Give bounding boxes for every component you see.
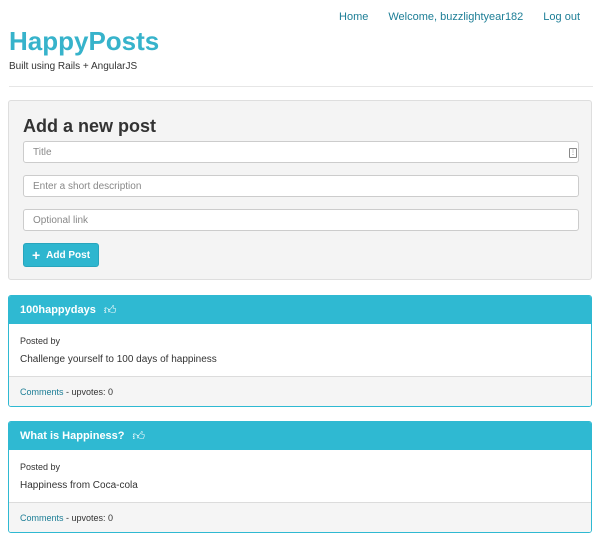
- post-title-link[interactable]: 100happydays: [20, 304, 96, 316]
- posted-by: Posted by: [20, 462, 61, 472]
- upvotes-count: - upvotes: 0: [63, 512, 114, 523]
- add-post-label: Add Post: [46, 249, 91, 261]
- post-title-link[interactable]: What is Happiness?: [20, 430, 125, 442]
- post-card: What is Happiness? 👍︎ Posted by Happines…: [8, 421, 592, 533]
- form-heading: Add a new post: [23, 116, 157, 136]
- nav-welcome-link[interactable]: Welcome, buzzlightyear182: [388, 10, 523, 24]
- nav-home-link[interactable]: Home: [339, 10, 368, 24]
- post-header: What is Happiness? 👍︎: [9, 422, 591, 450]
- brand: HappyPosts Built using Rails + AngularJS: [9, 26, 159, 73]
- description-input[interactable]: [23, 175, 579, 197]
- post-footer: Comments - upvotes: 0: [9, 376, 591, 406]
- thumbs-up-icon[interactable]: 👍︎: [104, 304, 117, 316]
- plus-icon: +: [31, 247, 41, 263]
- post-description: Challenge yourself to 100 days of happin…: [20, 354, 217, 365]
- post-header: 100happydays 👍︎: [9, 296, 591, 324]
- post-description: Happiness from Coca-cola: [20, 480, 138, 491]
- brand-title: HappyPosts: [9, 26, 160, 56]
- comments-link[interactable]: Comments: [20, 513, 64, 523]
- thumbs-up-icon[interactable]: 👍︎: [133, 430, 146, 442]
- post-footer: Comments - upvotes: 0: [9, 502, 591, 532]
- upvotes-count: - upvotes: 0: [63, 386, 114, 397]
- title-input[interactable]: [23, 141, 579, 163]
- post-body: Posted by Challenge yourself to 100 days…: [9, 324, 591, 376]
- posted-by: Posted by: [20, 336, 61, 346]
- new-post-form: Add a new post ⋮ + Add Post: [8, 100, 592, 280]
- header-divider: [9, 86, 593, 87]
- nav-logout-link[interactable]: Log out: [543, 10, 580, 24]
- post-body: Posted by Happiness from Coca-cola: [9, 450, 591, 502]
- add-post-button[interactable]: + Add Post: [23, 243, 99, 267]
- link-input[interactable]: [23, 209, 579, 231]
- comments-link[interactable]: Comments: [20, 387, 64, 397]
- post-card: 100happydays 👍︎ Posted by Challenge your…: [8, 295, 592, 407]
- field-autofill-icon: ⋮: [569, 148, 577, 158]
- top-nav: Home Welcome, buzzlightyear182 Log out: [319, 10, 580, 24]
- brand-subtitle: Built using Rails + AngularJS: [9, 61, 138, 72]
